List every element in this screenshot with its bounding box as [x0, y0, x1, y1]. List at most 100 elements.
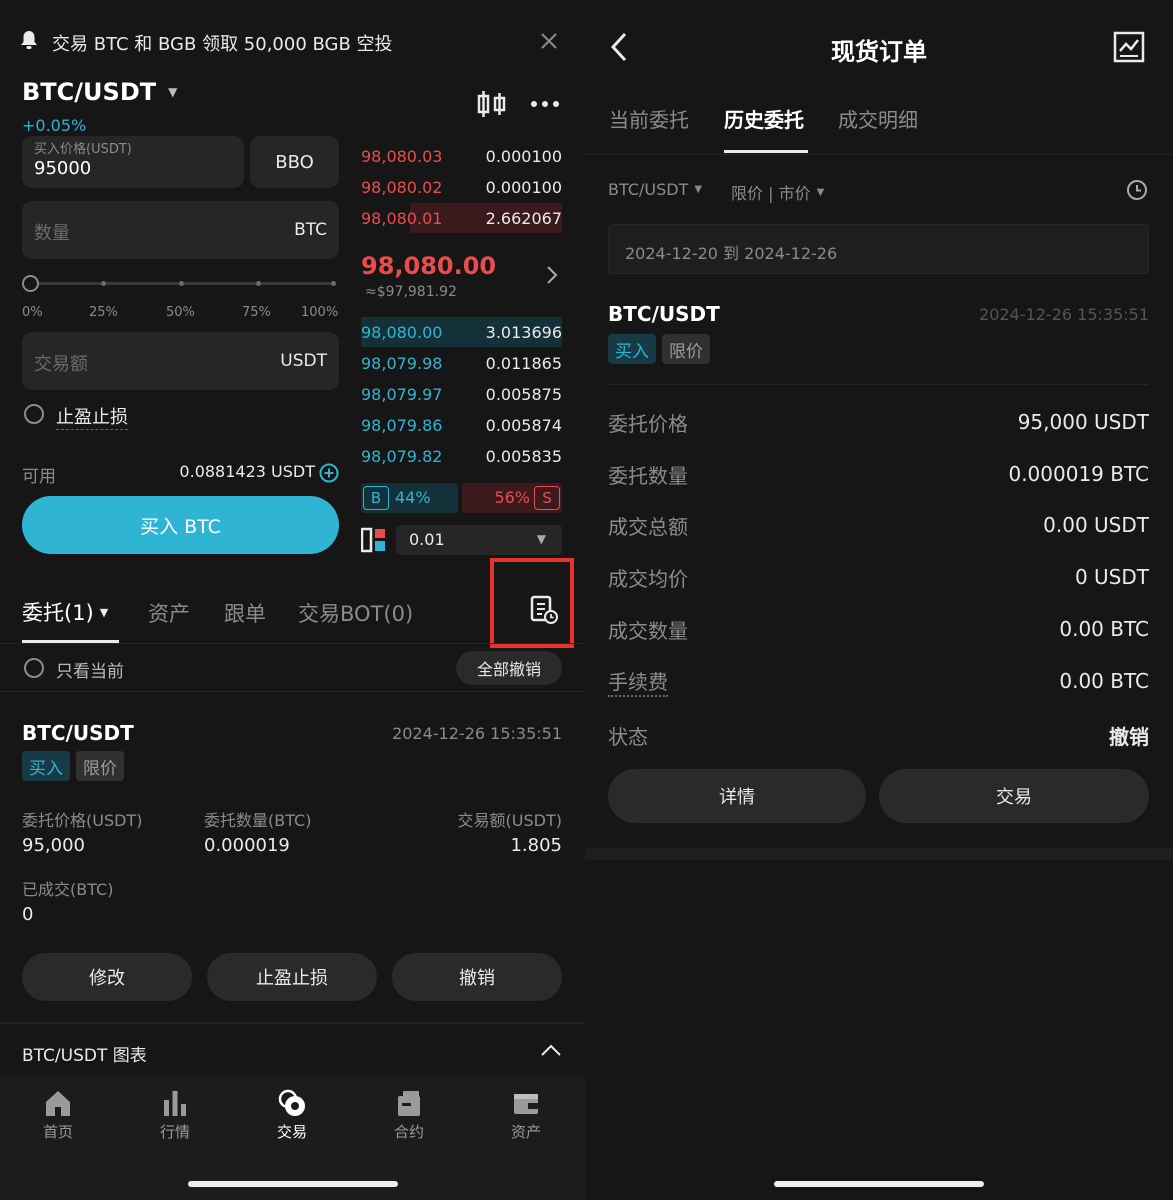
cancel-button[interactable]: 撤销 — [392, 953, 562, 1001]
last-price: 98,080.00 — [361, 252, 497, 280]
slider-tick-50: 50% — [166, 305, 195, 320]
bid-row[interactable]: 98,079.97 0.005875 — [361, 379, 562, 409]
amount-slider[interactable] — [22, 274, 339, 294]
tpsl-checkbox[interactable] — [24, 404, 44, 424]
chevron-down-icon: ▼ — [694, 184, 703, 195]
candlestick-chart-icon[interactable] — [477, 90, 507, 118]
promo-banner-text[interactable]: 交易 BTC 和 BGB 领取 50,000 BGB 空投 — [52, 30, 393, 56]
bid-row[interactable]: 98,079.86 0.005874 — [361, 410, 562, 440]
ask-row[interactable]: 98,080.01 2.662067 — [361, 203, 562, 233]
bid-qty: 0.011865 — [485, 353, 562, 373]
tab-current-orders[interactable]: 当前委托 — [609, 104, 689, 133]
ask-price: 98,080.02 — [361, 177, 443, 197]
amount-placeholder: 数量 — [34, 223, 70, 244]
slider-dot — [179, 281, 184, 286]
tab-trade-details[interactable]: 成交明细 — [838, 104, 918, 133]
side-badge: 买入 — [608, 334, 656, 364]
price-input[interactable]: 买入价格(USDT) 95000 — [22, 136, 244, 188]
chart-icon[interactable] — [1113, 31, 1145, 63]
type-filter-label: 限价 | 市价 — [731, 184, 811, 203]
modify-label: 修改 — [89, 968, 125, 989]
sell-ratio-badge: S — [534, 486, 560, 510]
buy-ratio-badge: B — [363, 486, 389, 510]
ask-row[interactable]: 98,080.03 0.000100 — [361, 141, 562, 171]
only-current-label[interactable]: 只看当前 — [56, 657, 124, 682]
bid-row[interactable]: 98,079.98 0.011865 — [361, 348, 562, 378]
detail-row-order-qty: 委托数量 0.000019 BTC — [608, 454, 1149, 494]
amount-unit: BTC — [294, 220, 327, 240]
tpsl-button[interactable]: 止盈止损 — [207, 953, 377, 1001]
nav-trade[interactable]: 交易 — [257, 1088, 327, 1142]
total-input[interactable]: 交易额 USDT — [22, 332, 339, 390]
type-badge: 限价 — [76, 751, 124, 781]
nav-assets[interactable]: 资产 — [491, 1088, 561, 1142]
only-current-checkbox[interactable] — [24, 658, 44, 678]
date-range-field[interactable]: 2024-12-20 到 2024-12-26 — [608, 224, 1149, 274]
bid-price: 98,080.00 — [361, 322, 443, 342]
cancel-label: 撤销 — [459, 968, 495, 989]
add-funds-icon[interactable] — [319, 463, 339, 483]
trade-button[interactable]: 交易 — [879, 769, 1149, 823]
orderbook-layout-icon[interactable] — [360, 527, 387, 553]
trade-icon — [278, 1089, 305, 1116]
clock-icon[interactable] — [1126, 179, 1148, 201]
modify-button[interactable]: 修改 — [22, 953, 192, 1001]
bbo-button[interactable]: BBO — [250, 136, 339, 188]
cancel-all-button[interactable]: 全部撤销 — [456, 651, 562, 685]
slider-handle[interactable] — [22, 275, 39, 292]
home-icon — [46, 1091, 70, 1116]
chevron-right-icon[interactable] — [546, 265, 558, 285]
more-icon[interactable] — [530, 96, 560, 110]
order-filled-value: 0 — [22, 904, 34, 925]
detail-row-fee: 手续费 0.00 BTC — [608, 661, 1149, 701]
bid-row[interactable]: 98,079.82 0.005835 — [361, 441, 562, 471]
order-qty-label: 委托数量(BTC) — [204, 811, 312, 830]
slider-dot — [101, 281, 106, 286]
amount-input[interactable]: 数量 BTC — [22, 201, 339, 259]
sell-ratio: 56% — [494, 488, 530, 507]
detail-value: 0.000019 BTC — [1008, 462, 1149, 486]
status-value: 撤销 — [1109, 724, 1149, 749]
precision-select[interactable]: 0.01 ▼ — [396, 525, 562, 555]
page-title: 现货订单 — [831, 38, 927, 66]
chevron-down-icon: ▼ — [536, 532, 546, 546]
detail-key[interactable]: 手续费 — [608, 666, 668, 697]
bid-qty: 0.005835 — [485, 446, 562, 466]
order-qty-value: 0.000019 — [204, 835, 290, 856]
buy-button-label: 买入 BTC — [140, 515, 221, 538]
buy-button[interactable]: 买入 BTC — [22, 496, 339, 554]
bar-chart-icon — [164, 1091, 186, 1116]
order-price-label: 委托价格(USDT) — [22, 811, 143, 830]
chart-toggle-label: BTC/USDT 图表 — [22, 1046, 147, 1066]
order-total-value: 1.805 — [510, 835, 562, 856]
pair-selector[interactable]: BTC/USDT ▼ — [22, 78, 177, 106]
order-history-icon[interactable] — [528, 594, 560, 626]
detail-value: 0 USDT — [1074, 565, 1149, 589]
cancel-all-label: 全部撤销 — [476, 660, 541, 679]
tab-assets[interactable]: 资产 — [148, 598, 190, 628]
tab-orders[interactable]: 委托(1) ▼ — [22, 597, 108, 627]
detail-value: 0.00 BTC — [1059, 617, 1149, 641]
ask-row[interactable]: 98,080.02 0.000100 — [361, 172, 562, 202]
type-filter[interactable]: 限价 | 市价 ▼ — [731, 180, 824, 204]
tab-order-history[interactable]: 历史委托 — [724, 104, 804, 133]
nav-markets[interactable]: 行情 — [140, 1088, 210, 1142]
bid-row[interactable]: 98,080.00 3.013696 — [361, 317, 562, 347]
slider-dot — [256, 281, 261, 286]
nav-futures[interactable]: 合约 — [374, 1088, 444, 1142]
chart-toggle[interactable]: BTC/USDT 图表 — [0, 1024, 585, 1076]
detail-row-filled-qty: 成交数量 0.00 BTC — [608, 609, 1149, 649]
details-button[interactable]: 详情 — [608, 769, 866, 823]
tpsl-label[interactable]: 止盈止损 — [56, 403, 128, 430]
tab-trading-bot[interactable]: 交易BOT(0) — [298, 598, 413, 628]
close-icon[interactable] — [540, 32, 558, 50]
chevron-down-icon: ▼ — [168, 85, 178, 99]
pair-title: BTC/USDT — [22, 78, 157, 106]
home-indicator — [774, 1181, 984, 1187]
pair-filter[interactable]: BTC/USDT ▼ — [608, 180, 702, 199]
tab-copy-trading[interactable]: 跟单 — [224, 598, 266, 628]
nav-home[interactable]: 首页 — [23, 1088, 93, 1142]
nav-futures-label: 合约 — [393, 1123, 424, 1141]
bid-qty: 0.005874 — [485, 415, 562, 435]
nav-home-label: 首页 — [42, 1123, 73, 1141]
